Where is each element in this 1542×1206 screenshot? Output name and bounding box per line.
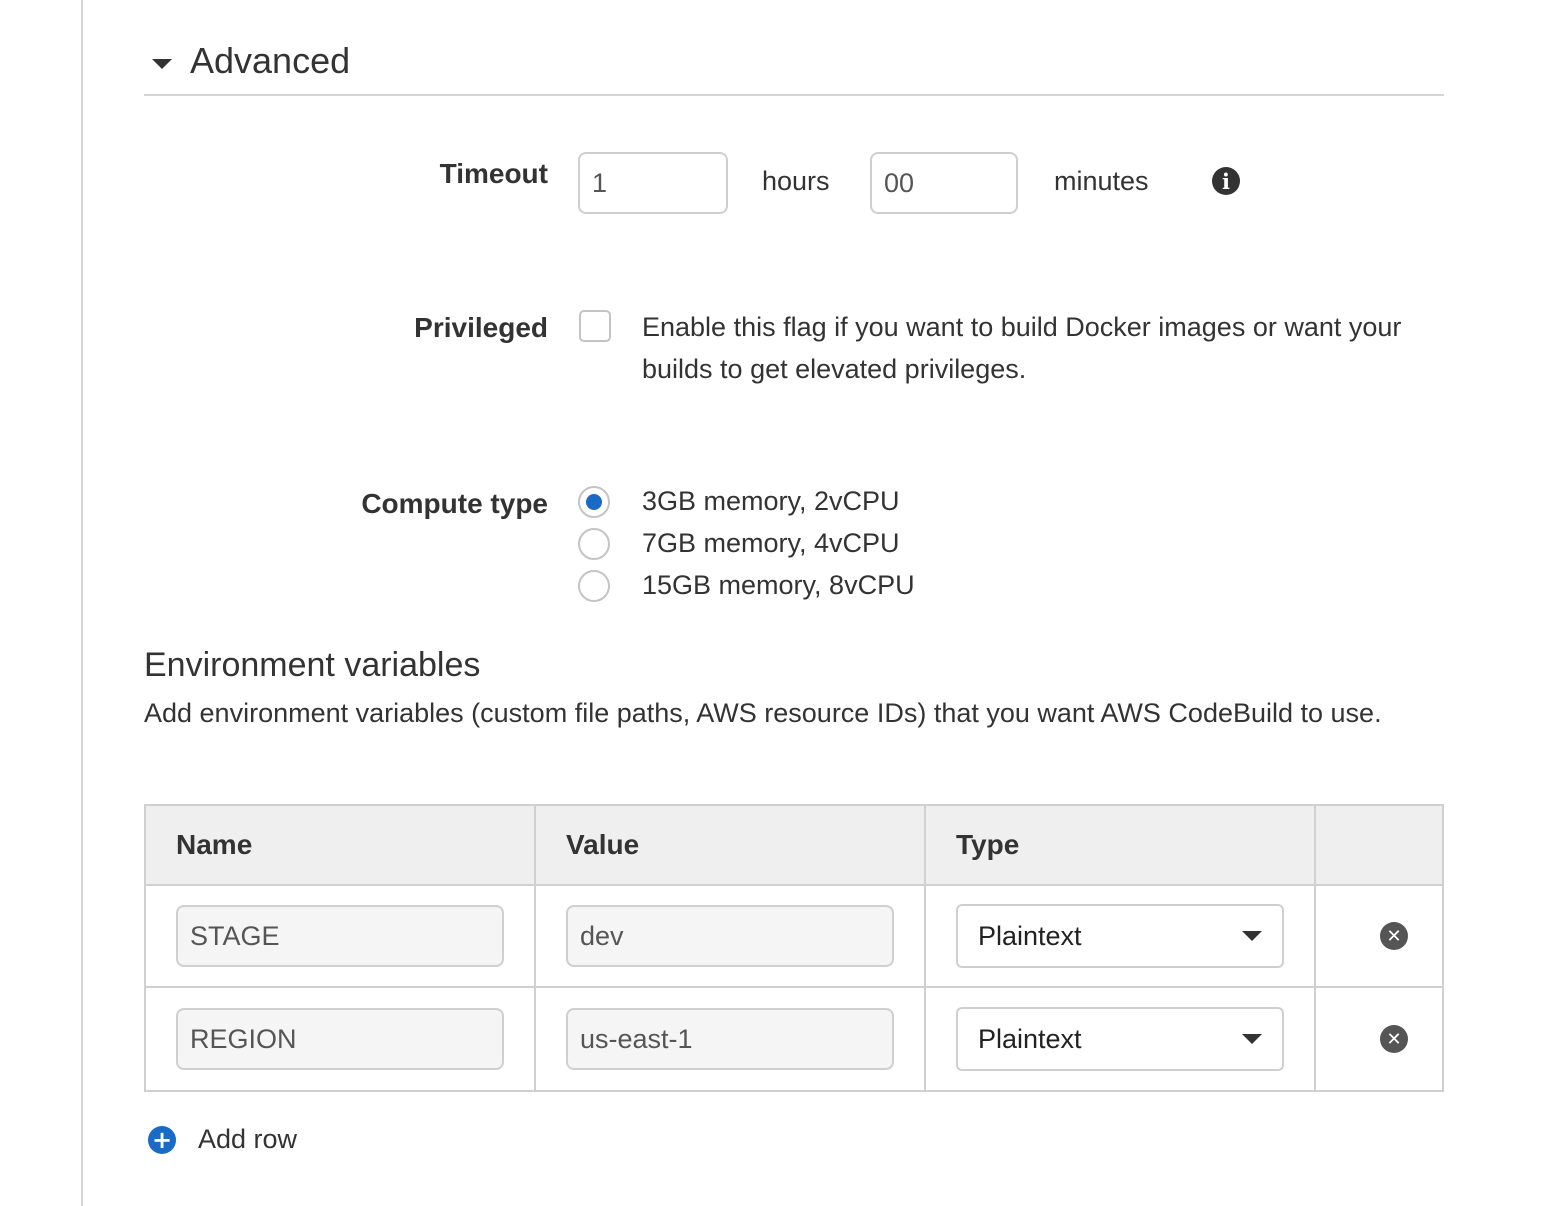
type-cell: Plaintext xyxy=(926,886,1316,986)
compute-option-3gb-radio[interactable] xyxy=(578,486,610,518)
compute-option-15gb-radio[interactable] xyxy=(578,570,610,602)
env-type-selected: Plaintext xyxy=(978,920,1082,951)
hours-unit-label: hours xyxy=(762,166,830,196)
name-cell xyxy=(146,886,536,986)
compute-option-3gb-label[interactable]: 3GB memory, 2vCPU xyxy=(642,486,900,517)
env-type-selected: Plaintext xyxy=(978,1023,1082,1054)
compute-option-7gb-label[interactable]: 7GB memory, 4vCPU xyxy=(642,528,900,559)
table-header-row: Name Value Type xyxy=(146,806,1442,886)
column-header-value: Value xyxy=(536,806,926,884)
privileged-label: Privileged xyxy=(414,312,548,343)
env-vars-table: Name Value Type Plaintext ✕ Pl xyxy=(144,804,1444,1092)
env-value-input[interactable] xyxy=(566,1008,894,1070)
advanced-section-header[interactable]: Advanced xyxy=(144,38,1444,96)
table-row: Plaintext ✕ xyxy=(146,988,1442,1090)
compute-option-7gb-radio[interactable] xyxy=(578,528,610,560)
value-cell xyxy=(536,886,926,986)
section-title: Advanced xyxy=(190,40,351,81)
timeout-hours-input[interactable] xyxy=(578,152,728,214)
value-cell xyxy=(536,988,926,1090)
column-header-actions xyxy=(1316,806,1442,884)
env-vars-title: Environment variables xyxy=(144,646,481,684)
info-icon[interactable]: i xyxy=(1212,167,1240,195)
caret-down-icon[interactable] xyxy=(152,59,172,69)
chevron-down-icon xyxy=(1242,931,1262,941)
minutes-unit-label: minutes xyxy=(1054,166,1149,196)
add-row-label[interactable]: Add row xyxy=(198,1124,297,1155)
add-row-button[interactable]: + Add row xyxy=(148,1124,297,1155)
remove-row-icon[interactable]: ✕ xyxy=(1380,922,1408,950)
timeout-minutes-input[interactable] xyxy=(870,152,1018,214)
left-border xyxy=(81,0,83,1206)
type-cell: Plaintext xyxy=(926,988,1316,1090)
env-name-input[interactable] xyxy=(176,1008,504,1070)
chevron-down-icon xyxy=(1242,1034,1262,1044)
env-vars-description: Add environment variables (custom file p… xyxy=(144,698,1382,728)
name-cell xyxy=(146,988,536,1090)
remove-row-icon[interactable]: ✕ xyxy=(1380,1025,1408,1053)
env-value-input[interactable] xyxy=(566,905,894,967)
actions-cell: ✕ xyxy=(1316,988,1442,1090)
privileged-description: Enable this flag if you want to build Do… xyxy=(642,312,1402,384)
column-header-name: Name xyxy=(146,806,536,884)
actions-cell: ✕ xyxy=(1316,886,1442,986)
column-header-type: Type xyxy=(926,806,1316,884)
plus-circle-icon[interactable]: + xyxy=(148,1125,176,1154)
table-row: Plaintext ✕ xyxy=(146,886,1442,988)
compute-type-label: Compute type xyxy=(361,488,548,519)
compute-option-15gb-label[interactable]: 15GB memory, 8vCPU xyxy=(642,570,915,601)
env-type-select[interactable]: Plaintext xyxy=(956,1007,1284,1071)
env-name-input[interactable] xyxy=(176,905,504,967)
privileged-checkbox[interactable] xyxy=(579,310,611,342)
timeout-label: Timeout xyxy=(439,158,548,189)
env-type-select[interactable]: Plaintext xyxy=(956,904,1284,968)
